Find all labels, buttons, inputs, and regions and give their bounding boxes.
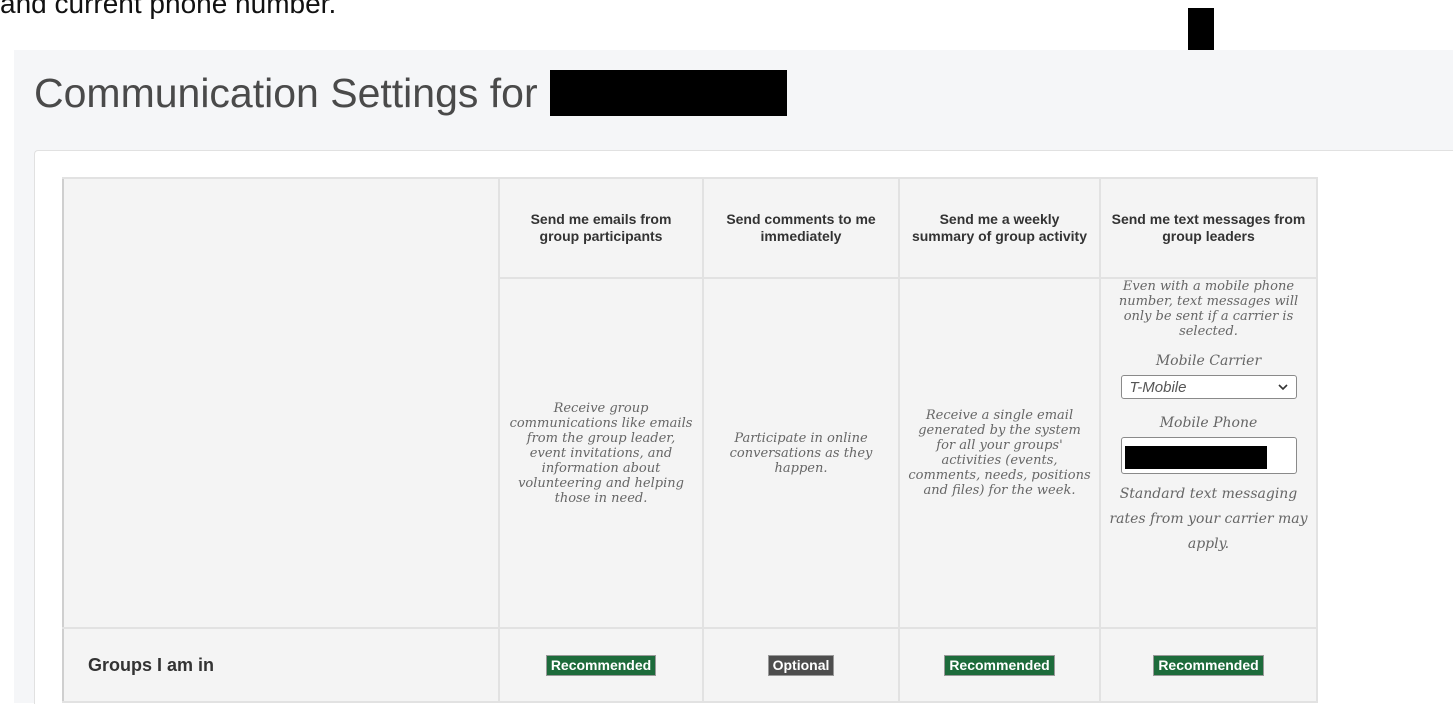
text-message-note: Even with a mobile phone number, text me…	[1118, 279, 1299, 339]
page-title: Communication Settings for	[34, 68, 787, 118]
description-weekly-summary: Receive a single email generated by the …	[898, 277, 1101, 629]
recommended-badge: Recommended	[1153, 654, 1264, 676]
column-header-weekly-summary: Send me a weekly summary of group activi…	[898, 177, 1101, 279]
text-message-settings: Even with a mobile phone number, text me…	[1099, 277, 1318, 629]
description-comments: Participate in online conversations as t…	[702, 277, 900, 629]
recommended-badge: Recommended	[944, 654, 1055, 676]
recommended-badge: Recommended	[545, 654, 657, 676]
setting-emails: Recommended	[498, 627, 704, 703]
setting-comments: Optional	[702, 627, 900, 703]
mobile-carrier-select[interactable]: T-Mobile	[1120, 375, 1297, 399]
mobile-carrier-label: Mobile Carrier	[1155, 353, 1262, 369]
page-title-text: Communication Settings for	[34, 69, 538, 116]
redacted-phone-number	[1124, 446, 1267, 469]
optional-badge: Optional	[767, 654, 835, 676]
mobile-carrier-value: T-Mobile	[1129, 378, 1187, 396]
setting-weekly-summary: Recommended	[898, 627, 1101, 703]
setting-text-messages: Recommended	[1099, 627, 1318, 703]
caption-text: and current phone number.	[0, 0, 337, 19]
row-label-groups: Groups I am in	[62, 627, 500, 703]
column-header-comments: Send comments to me immediately	[702, 177, 900, 279]
column-header-text-messages: Send me text messages from group leaders	[1099, 177, 1318, 279]
table-corner-cell	[62, 177, 500, 629]
redacted-name	[549, 70, 787, 116]
mobile-phone-input[interactable]	[1120, 437, 1297, 474]
column-header-emails: Send me emails from group participants	[498, 177, 704, 279]
communication-settings-table: Send me emails from group participants S…	[62, 177, 1318, 703]
mobile-phone-label: Mobile Phone	[1159, 415, 1258, 431]
text-rates-note: Standard text messaging rates from your …	[1109, 486, 1308, 552]
chevron-down-icon	[1277, 384, 1288, 391]
description-emails: Receive group communications like emails…	[498, 277, 704, 629]
